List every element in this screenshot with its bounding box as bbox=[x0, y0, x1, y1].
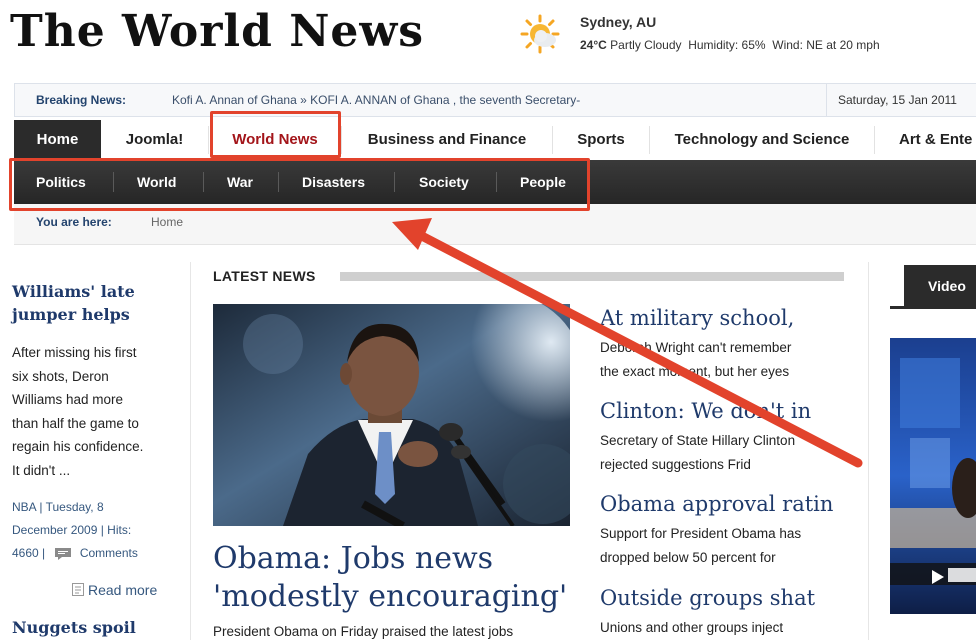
featured-headline[interactable]: Obama: Jobs news 'modestly encouraging' bbox=[213, 540, 573, 616]
breaking-news-label: Breaking News: bbox=[36, 93, 127, 107]
breadcrumb-home[interactable]: Home bbox=[151, 215, 183, 229]
left-story-line: six shots, Deron bbox=[12, 368, 109, 384]
meta-line: NBA | Tuesday, 8 bbox=[12, 500, 104, 514]
nav-divider bbox=[208, 126, 209, 154]
breadcrumb-label: You are here: bbox=[36, 215, 112, 229]
meta-line: 4660 | Comments bbox=[12, 542, 138, 565]
story-line: rejected suggestions Frid bbox=[600, 457, 751, 472]
story-title[interactable]: At military school, bbox=[600, 306, 794, 330]
weather-city: Sydney, AU bbox=[580, 14, 657, 30]
weather-wind: Wind: NE at 20 mph bbox=[772, 38, 880, 52]
story-line: Support for President Obama has bbox=[600, 526, 802, 541]
current-date: Saturday, 15 Jan 2011 bbox=[838, 93, 957, 107]
story-summary: Secretary of State Hillary Clinton rejec… bbox=[600, 429, 840, 477]
document-icon bbox=[72, 583, 84, 596]
left-story-title-line1[interactable]: Williams' late bbox=[12, 280, 135, 303]
headline-line: Obama: Jobs news bbox=[213, 541, 494, 576]
story-title[interactable]: Clinton: We don't in bbox=[600, 399, 811, 423]
left-story-line: It didn't ... bbox=[12, 462, 71, 478]
hits-count: 4660 | bbox=[12, 546, 46, 560]
partly-cloudy-icon bbox=[520, 14, 560, 54]
comment-icon bbox=[54, 547, 71, 560]
meta-line: December 2009 | Hits: bbox=[12, 523, 132, 537]
nav-joomla[interactable]: Joomla! bbox=[101, 120, 208, 160]
story-summary: Deborah Wright can't remember the exact … bbox=[600, 336, 840, 384]
nav-business-finance[interactable]: Business and Finance bbox=[342, 120, 552, 160]
featured-photo[interactable] bbox=[213, 304, 570, 526]
comments-link[interactable]: Comments bbox=[80, 546, 138, 560]
headline-line: 'modestly encouraging' bbox=[213, 579, 568, 614]
tab-video[interactable]: Video bbox=[904, 265, 976, 307]
latest-news-heading: LATEST NEWS bbox=[213, 268, 316, 284]
site-logo[interactable]: The World News bbox=[10, 6, 424, 57]
tab-underline bbox=[890, 306, 976, 309]
breaking-news-ticker[interactable]: Kofi A. Annan of Ghana » KOFI A. ANNAN o… bbox=[172, 93, 580, 107]
column-divider bbox=[868, 262, 869, 640]
left-story-title-line2[interactable]: jumper helps bbox=[12, 303, 130, 326]
left-story-line: Williams had more bbox=[12, 392, 124, 407]
story-summary: Unions and other groups inject bbox=[600, 616, 840, 640]
read-more-link[interactable]: Read more bbox=[72, 582, 157, 598]
highlight-box-world-news bbox=[210, 111, 341, 158]
nav-technology-science[interactable]: Technology and Science bbox=[650, 120, 874, 160]
story-title[interactable]: Obama approval ratin bbox=[600, 492, 833, 516]
story-title[interactable]: Outside groups shat bbox=[600, 586, 815, 610]
read-more-label: Read more bbox=[88, 582, 158, 598]
story-line: dropped below 50 percent for bbox=[600, 550, 776, 565]
section-rule bbox=[340, 272, 844, 281]
left-story-line: After missing his first bbox=[12, 345, 137, 360]
left-story-line: than half the game to bbox=[12, 415, 139, 431]
highlight-box-subnav bbox=[9, 158, 590, 211]
story-line: the exact moment, but her eyes bbox=[600, 364, 790, 379]
weather-condition: Partly Cloudy bbox=[610, 38, 682, 52]
left-story-meta: NBA | Tuesday, 8 December 2009 | Hits: 4… bbox=[12, 496, 138, 565]
weather-details: 24°C Partly Cloudy Humidity: 65% Wind: N… bbox=[580, 38, 880, 52]
left-story-line: regain his confidence. bbox=[12, 439, 144, 454]
story-line: Unions and other groups inject bbox=[600, 620, 784, 635]
story-summary: Support for President Obama has dropped … bbox=[600, 522, 840, 570]
featured-lead: President Obama on Friday praised the la… bbox=[213, 624, 514, 639]
weather-humidity: Humidity: 65% bbox=[688, 38, 766, 52]
story-line: Deborah Wright can't remember bbox=[600, 340, 792, 355]
video-thumbnail[interactable] bbox=[890, 338, 976, 614]
story-line: Secretary of State Hillary Clinton bbox=[600, 433, 796, 448]
nav-sports[interactable]: Sports bbox=[553, 120, 649, 160]
nav-art-entertainment[interactable]: Art & Ente bbox=[875, 120, 976, 160]
weather-temp: 24°C bbox=[580, 38, 607, 52]
nav-home[interactable]: Home bbox=[14, 120, 101, 160]
left-story2-title[interactable]: Nuggets spoil bbox=[12, 616, 136, 639]
left-story-body: After missing his first six shots, Deron… bbox=[12, 341, 143, 482]
column-divider bbox=[190, 262, 191, 640]
